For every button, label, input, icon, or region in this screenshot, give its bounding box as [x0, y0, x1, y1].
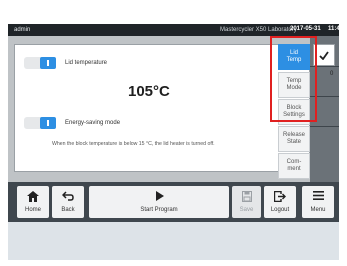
toggle-knob — [40, 117, 56, 129]
graph-axis-label: 0 — [330, 71, 334, 77]
side-menu-label: Mode — [286, 85, 302, 91]
graph-gridline — [310, 126, 339, 127]
side-menu-lid-temp[interactable]: Lid Temp — [278, 44, 310, 70]
energy-saving-label: Energy-saving mode — [65, 120, 121, 126]
status-date: 2017-05-31 — [290, 26, 321, 32]
status-bar: admin Mastercycler X50 Laboratory 2017-0… — [8, 24, 343, 36]
start-program-label: Start Program — [140, 207, 178, 213]
logout-label: Logout — [270, 207, 290, 213]
confirm-button[interactable] — [313, 44, 335, 66]
back-label: Back — [61, 207, 75, 213]
side-menu-comment[interactable]: Com-ment — [278, 153, 310, 179]
energy-saving-note: When the block temperature is below 15 °… — [52, 141, 215, 147]
side-menu-label: State — [286, 139, 301, 145]
status-time: 11:43 — [328, 26, 344, 32]
energy-saving-toggle[interactable] — [24, 117, 56, 129]
side-menu-label: Settings — [283, 112, 305, 118]
logout-button[interactable]: Logout — [264, 186, 296, 218]
back-icon — [62, 191, 74, 201]
side-menu-label: Com- — [286, 159, 302, 165]
side-menu-label: Block — [286, 105, 302, 111]
logout-icon — [274, 191, 286, 202]
device-name: Mastercycler X50 Laboratory — [220, 27, 297, 33]
side-menu-release-state[interactable]: Release State — [278, 126, 310, 152]
home-label: Home — [24, 207, 41, 213]
lid-temperature-toggle[interactable] — [24, 57, 56, 69]
save-button[interactable]: Save — [232, 186, 261, 218]
home-button[interactable]: Home — [17, 186, 49, 218]
back-button[interactable]: Back — [52, 186, 84, 218]
user-name: admin — [14, 27, 31, 33]
menu-label: Menu — [310, 207, 326, 213]
start-program-button[interactable]: Start Program — [89, 186, 229, 218]
menu-button[interactable]: Menu — [302, 186, 334, 218]
home-icon — [27, 191, 39, 202]
hamburger-menu-icon — [312, 191, 324, 200]
graph-gridline — [310, 96, 339, 97]
save-label: Save — [239, 207, 254, 213]
lid-temperature-label: Lid temperature — [65, 60, 108, 66]
side-menu: Lid Temp Temp Mode Block Settings Release St… — [278, 44, 310, 180]
device-lower-panel — [8, 222, 339, 260]
side-menu-label: Release — [282, 132, 305, 138]
play-icon — [155, 191, 164, 201]
checkmark-icon — [319, 50, 329, 60]
side-menu-label: Temp — [286, 57, 302, 63]
toggle-knob — [40, 57, 56, 69]
graph-gridline — [310, 66, 339, 67]
side-menu-temp-mode[interactable]: Temp Mode — [278, 72, 310, 98]
side-menu-label: ment — [287, 166, 301, 172]
side-menu-block-settings[interactable]: Block Settings — [278, 99, 310, 125]
save-icon — [241, 191, 252, 202]
side-menu-label: Temp — [286, 78, 302, 84]
lid-temp-dialog: Lid temperature 105°C Energy-saving mode… — [14, 44, 310, 172]
lid-temperature-value[interactable]: 105°C — [128, 83, 170, 100]
side-menu-label: Lid — [289, 50, 298, 56]
